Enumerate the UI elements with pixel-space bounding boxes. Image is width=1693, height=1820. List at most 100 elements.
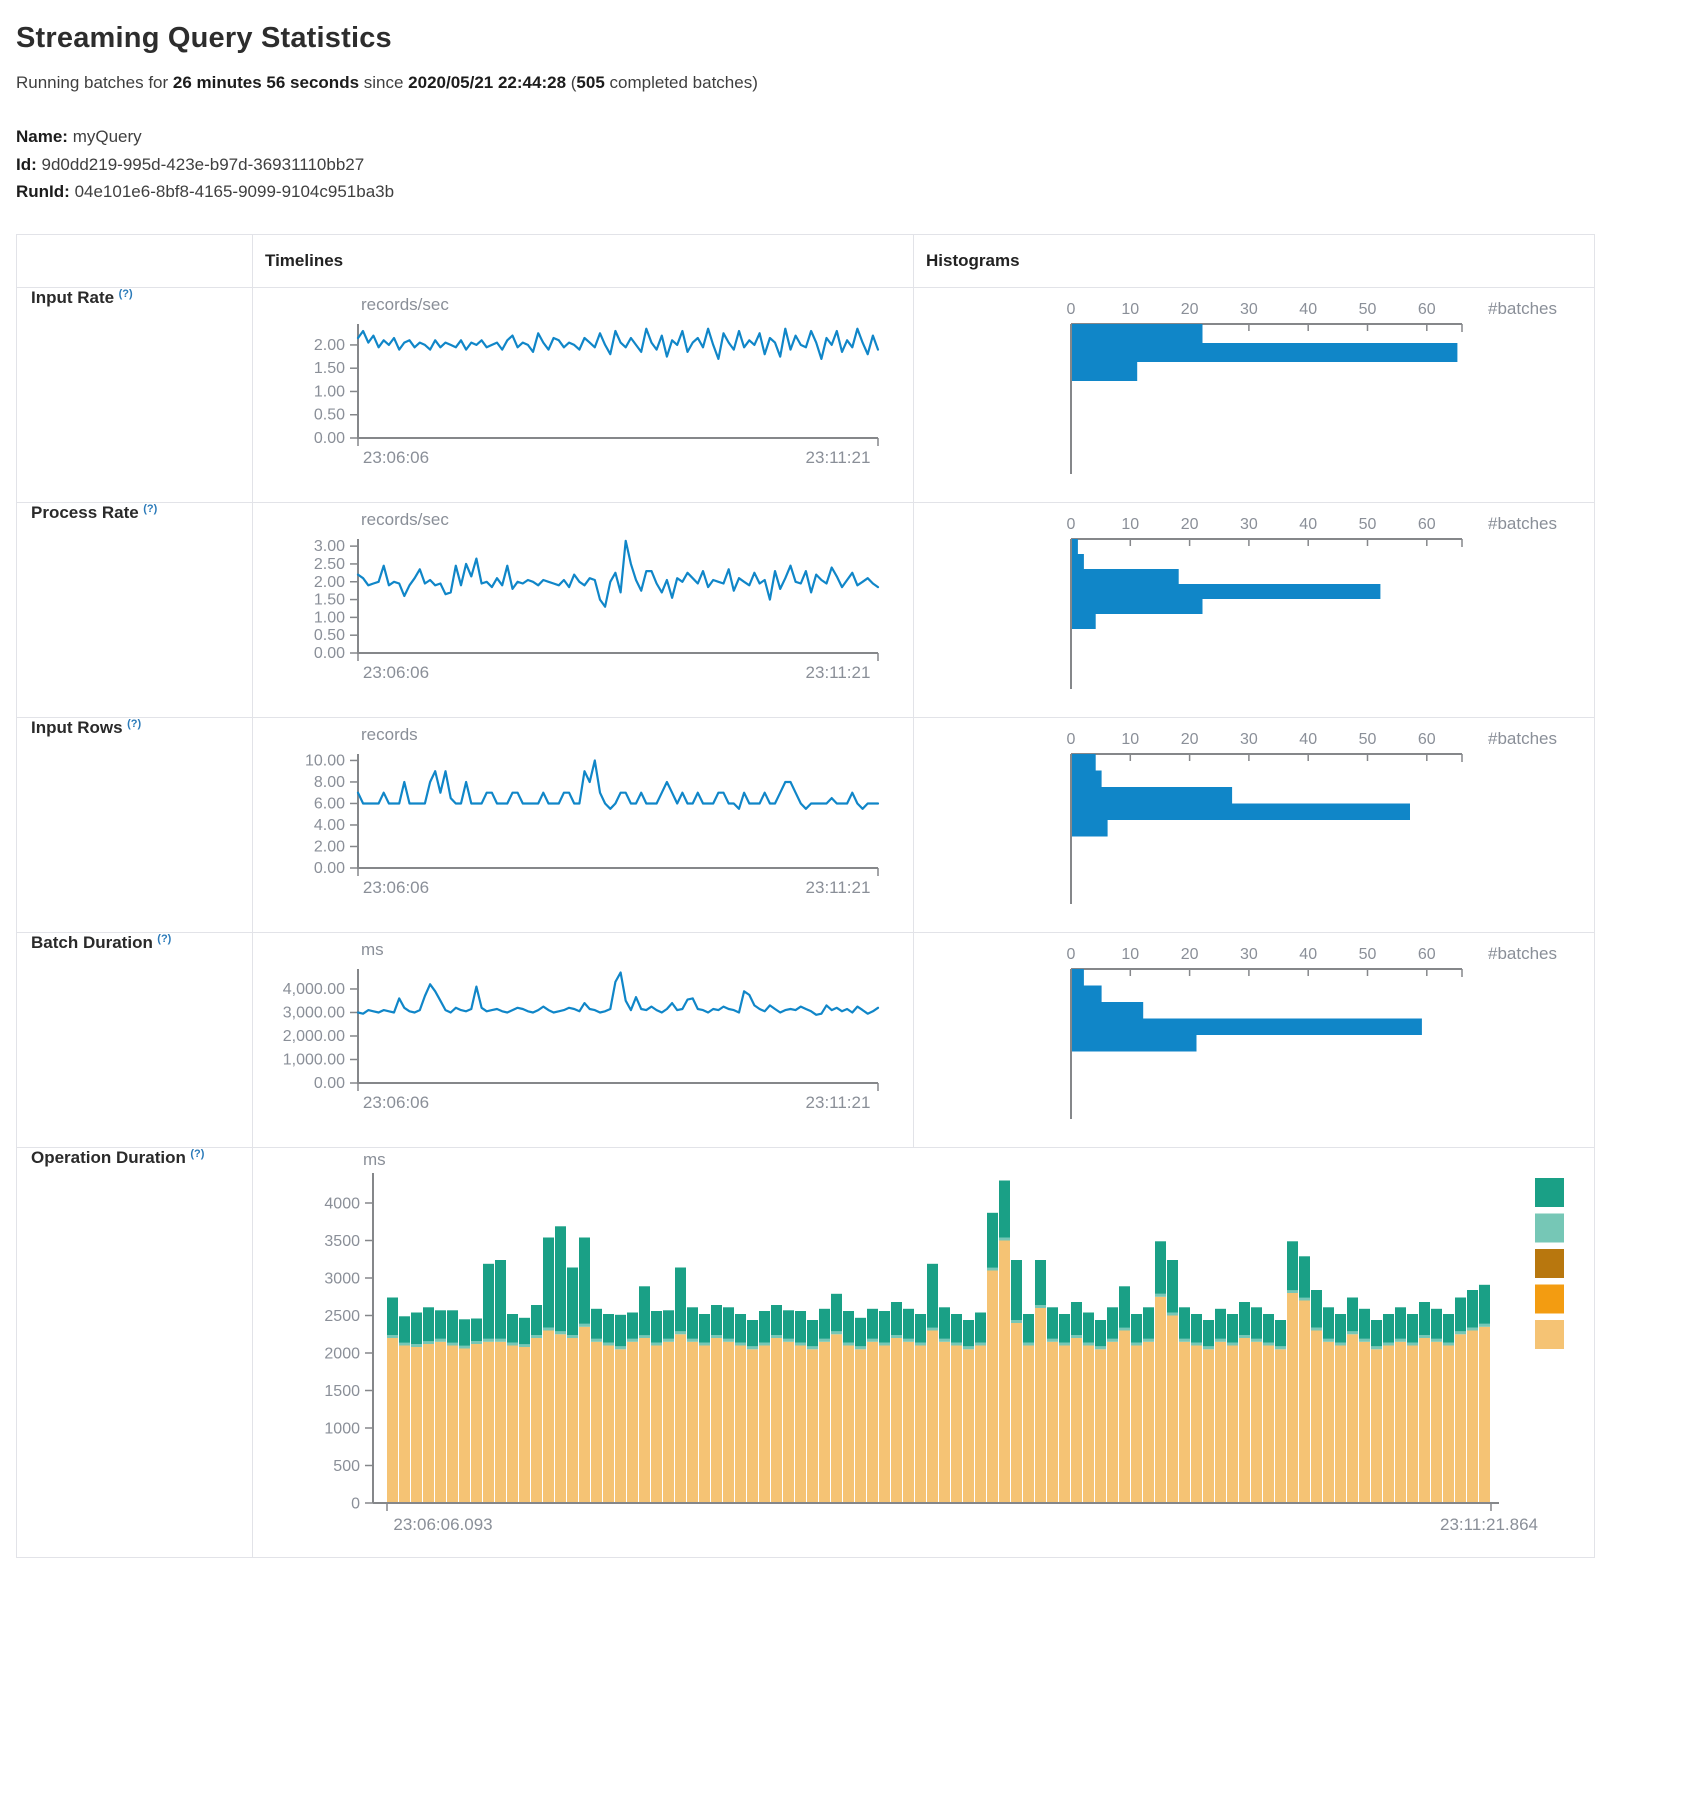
input-rows-timeline-chart: records10.008.006.004.002.000.0023:06:06… [253, 718, 908, 931]
svg-text:2.00: 2.00 [314, 838, 345, 855]
svg-text:4,000.00: 4,000.00 [283, 981, 345, 998]
input-rate-label-cell: Input Rate (?) [17, 287, 253, 502]
batch-duration-row: Batch Duration (?) ms4,000.003,000.002,0… [17, 932, 1595, 1147]
process-rate-row: Process Rate (?) records/sec 3.002.502.00… [17, 502, 1595, 717]
running-summary: Running batches for 26 minutes 56 second… [16, 73, 1677, 93]
svg-text:23:06:06: 23:06:06 [363, 878, 429, 897]
svg-text:40: 40 [1299, 516, 1317, 533]
svg-text:4000: 4000 [324, 1195, 360, 1212]
operation-duration-row: Operation Duration (?) ms400035003000250… [17, 1147, 1595, 1557]
batch-duration-timeline-chart: ms4,000.003,000.002,000.001,000.000.0023… [253, 933, 908, 1146]
svg-text:30: 30 [1240, 301, 1258, 318]
svg-text:0: 0 [351, 1495, 360, 1512]
svg-text:3500: 3500 [324, 1233, 360, 1250]
svg-text:2.00: 2.00 [314, 573, 345, 590]
svg-text:0: 0 [1067, 731, 1076, 748]
batch-duration-label-cell: Batch Duration (?) [17, 932, 253, 1147]
query-runid-line: RunId: 04e101e6-8bf8-4165-9099-9104c951b… [16, 178, 1677, 206]
input-rows-timeline-cell: records10.008.006.004.002.000.0023:06:06… [253, 717, 914, 932]
svg-text:8.00: 8.00 [314, 774, 345, 791]
svg-text:50: 50 [1359, 946, 1377, 963]
svg-text:10: 10 [1121, 946, 1139, 963]
input-rows-histogram-chart: 0 10 20 30 40 50 60 #batches [914, 718, 1592, 931]
svg-text:3000: 3000 [324, 1270, 360, 1287]
svg-text:20: 20 [1181, 516, 1199, 533]
svg-text:40: 40 [1299, 731, 1317, 748]
svg-text:60: 60 [1418, 946, 1436, 963]
svg-text:10: 10 [1121, 301, 1139, 318]
svg-text:2.50: 2.50 [314, 556, 345, 573]
input-rate-row: Input Rate (?) records/sec2.001.501.000.… [17, 287, 1595, 502]
svg-text:1.00: 1.00 [314, 609, 345, 626]
query-metadata: Name: myQuery Id: 9d0dd219-995d-423e-b97… [16, 123, 1677, 206]
svg-text:23:06:06: 23:06:06 [363, 1093, 429, 1112]
completed-batches-count: 505 [576, 73, 604, 92]
svg-text:23:11:21: 23:11:21 [806, 448, 871, 467]
svg-text:23:06:06.093: 23:06:06.093 [393, 1515, 492, 1534]
svg-text:4.00: 4.00 [314, 817, 345, 834]
svg-text:20: 20 [1181, 301, 1199, 318]
legend-swatch [1535, 1249, 1564, 1278]
svg-text:1.50: 1.50 [314, 360, 345, 377]
process-rate-timeline-chart: records/sec3.002.502.001.501.000.500.002… [253, 503, 908, 716]
header-timelines-cell: Timelines [253, 234, 914, 287]
input-rate-label: Input Rate [17, 288, 114, 307]
input-rate-timeline-chart: records/sec2.001.501.000.500.0023:06:062… [253, 288, 908, 501]
svg-text:records/sec: records/sec [361, 295, 449, 314]
svg-text:20: 20 [1181, 731, 1199, 748]
id-label: Id: [16, 155, 37, 174]
svg-text:23:11:21: 23:11:21 [806, 663, 871, 682]
batch-duration-help-icon[interactable]: (?) [157, 933, 171, 945]
batch-duration-timeline-cell: ms4,000.003,000.002,000.001,000.000.0023… [253, 932, 914, 1147]
svg-text:60: 60 [1418, 516, 1436, 533]
svg-text:3,000.00: 3,000.00 [283, 1004, 345, 1021]
svg-text:0: 0 [1067, 301, 1076, 318]
process-rate-histogram-chart: 0102030405060#batches [914, 503, 1592, 716]
legend-swatch [1535, 1284, 1564, 1313]
svg-text:60: 60 [1418, 731, 1436, 748]
svg-text:3.00: 3.00 [314, 538, 345, 555]
svg-text:1,000.00: 1,000.00 [283, 1051, 345, 1068]
operation-duration-label: Operation Duration [17, 1148, 186, 1167]
process-rate-help-icon[interactable]: (?) [143, 503, 157, 515]
input-rows-label: Input Rows [17, 718, 123, 737]
svg-text:records: records [361, 725, 418, 744]
svg-text:23:06:06: 23:06:06 [363, 448, 429, 467]
svg-text:10: 10 [1121, 516, 1139, 533]
input-rows-histogram-cell: 0 10 20 30 40 50 60 #batches [914, 717, 1595, 932]
svg-text:20: 20 [1181, 946, 1199, 963]
input-rate-histogram-cell: 0102030405060#batches [914, 287, 1595, 502]
input-rate-histogram-chart: 0102030405060#batches [914, 288, 1592, 501]
svg-text:records/sec: records/sec [361, 510, 449, 529]
svg-text:23:11:21: 23:11:21 [806, 878, 871, 897]
svg-text:1000: 1000 [324, 1420, 360, 1437]
input-rate-help-icon[interactable]: (?) [119, 288, 133, 300]
svg-text:50: 50 [1359, 516, 1377, 533]
svg-text:2500: 2500 [324, 1308, 360, 1325]
operation-duration-label-cell: Operation Duration (?) [17, 1147, 253, 1557]
histograms-column-header: Histograms [914, 251, 1020, 270]
name-label: Name: [16, 127, 68, 146]
query-name-line: Name: myQuery [16, 123, 1677, 151]
table-header-row: Timelines Histograms [17, 234, 1595, 287]
page: Streaming Query Statistics Running batch… [0, 0, 1693, 1572]
input-rows-help-icon[interactable]: (?) [127, 718, 141, 730]
legend-swatch [1535, 1320, 1564, 1349]
input-rows-row: Input Rows (?) records10.008.006.004.002… [17, 717, 1595, 932]
running-duration: 26 minutes 56 seconds [173, 73, 359, 92]
svg-text:#batches: #batches [1488, 729, 1557, 748]
svg-text:10.00: 10.00 [305, 752, 345, 769]
process-rate-label-cell: Process Rate (?) [17, 502, 253, 717]
svg-text:30: 30 [1240, 516, 1258, 533]
svg-text:10: 10 [1121, 731, 1139, 748]
svg-text:1.00: 1.00 [314, 383, 345, 400]
operation-duration-help-icon[interactable]: (?) [190, 1148, 204, 1160]
svg-text:0.00: 0.00 [314, 430, 345, 447]
legend-swatch [1535, 1178, 1564, 1207]
svg-text:0: 0 [1067, 946, 1076, 963]
svg-text:23:11:21.864: 23:11:21.864 [1440, 1515, 1538, 1534]
svg-text:60: 60 [1418, 301, 1436, 318]
svg-text:30: 30 [1240, 731, 1258, 748]
svg-text:ms: ms [361, 940, 384, 959]
svg-text:50: 50 [1359, 731, 1377, 748]
